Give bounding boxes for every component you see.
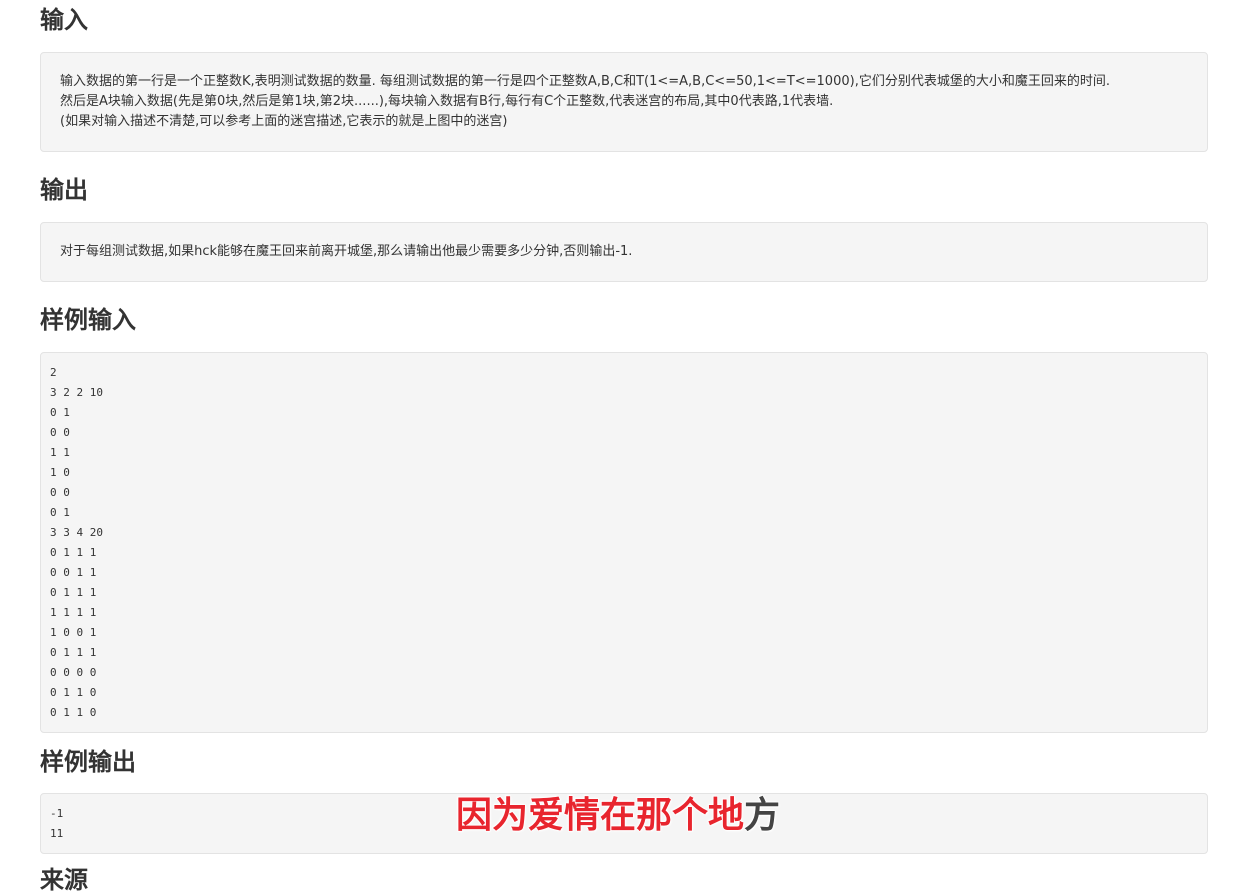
sample-input-box: 2 3 2 2 10 0 1 0 0 1 1 1 0 0 0 0 1 3 3 4…	[40, 352, 1208, 733]
input-description-line-2: 然后是A块输入数据(先是第0块,然后是第1块,第2块......),每块输入数据…	[60, 94, 834, 109]
input-description-box: 输入数据的第一行是一个正整数K,表明测试数据的数量. 每组测试数据的第一行是四个…	[40, 52, 1208, 152]
sample-input-code: 2 3 2 2 10 0 1 0 0 1 1 1 0 0 0 0 1 3 3 4…	[50, 366, 103, 719]
output-description-line-1: 对于每组测试数据,如果hck能够在魔王回来前离开城堡,那么请输出他最少需要多少分…	[60, 244, 633, 259]
sample-input-heading: 样例输入	[40, 305, 136, 334]
subtitle-highlighted-text: 因为爱情在那个地	[455, 794, 745, 837]
input-description-line-3: (如果对输入描述不清楚,可以参考上面的迷宫描述,它表示的就是上图中的迷宫)	[60, 114, 508, 129]
video-subtitle: 因为爱情在那个地方	[455, 794, 781, 837]
output-description-box: 对于每组测试数据,如果hck能够在魔王回来前离开城堡,那么请输出他最少需要多少分…	[40, 222, 1208, 282]
input-description-line-1: 输入数据的第一行是一个正整数K,表明测试数据的数量. 每组测试数据的第一行是四个…	[60, 74, 1110, 89]
sample-output-heading: 样例输出	[40, 747, 136, 776]
subtitle-rest-text: 方	[743, 794, 781, 837]
source-heading: 来源	[40, 865, 88, 894]
input-heading: 输入	[40, 5, 88, 34]
output-heading: 输出	[40, 175, 88, 204]
